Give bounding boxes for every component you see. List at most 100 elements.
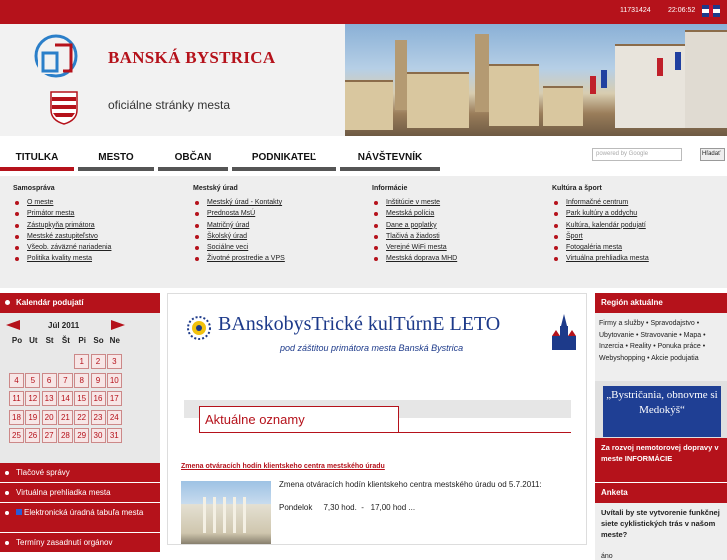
calendar-day[interactable]: 20	[41, 409, 57, 425]
menu-link[interactable]: Školský úrad	[193, 233, 285, 244]
menu-link[interactable]: Verejné WiFi mesta	[372, 244, 457, 255]
calendar-day[interactable]: 6	[41, 372, 57, 388]
nav-titulka[interactable]: TITULKA	[0, 151, 74, 171]
calendar-day[interactable]: 23	[90, 409, 106, 425]
menu-link[interactable]: Primátor mesta	[13, 210, 111, 221]
square-icon	[16, 509, 22, 515]
header: BANSKÁ BYSTRICA oficiálne stránky mesta	[0, 24, 727, 136]
culture-banner[interactable]: BAnskobysTrické kulTúrnE LETO pod záštit…	[184, 312, 584, 360]
nav-podnikatel[interactable]: PODNIKATEĽ	[232, 151, 336, 171]
banner-subtitle: pod záštitou primátora mesta Banská Byst…	[280, 343, 464, 353]
calendar-day[interactable]: 27	[41, 428, 57, 443]
menu-link[interactable]: Mestský úrad - Kontakty	[193, 199, 285, 210]
menu-link[interactable]: Politika kvality mesta	[13, 255, 111, 266]
menu-link[interactable]: Sociálne veci	[193, 244, 285, 255]
calendar-day[interactable]: 8	[74, 372, 90, 388]
left-menu-label: Elektronická úradná tabuľa mesta	[24, 508, 144, 517]
medok-banner-wrap: „Bystričania, obnovme si Medokýš“	[595, 381, 727, 438]
menu-link[interactable]: Matričný úrad	[193, 222, 285, 233]
nav-navstevnik[interactable]: NÁVŠTEVNÍK	[340, 151, 440, 171]
menu-link[interactable]: Tlačivá a žiadosti	[372, 233, 457, 244]
calendar-day[interactable]: 28	[57, 428, 73, 443]
calendar-day[interactable]: 3	[106, 354, 122, 369]
calendar-day[interactable]: 30	[90, 428, 106, 443]
news-item-text: Zmena otváracích hodín klientskeho centr…	[279, 480, 542, 489]
calendar-day[interactable]: 1	[74, 354, 90, 369]
nav-obcan[interactable]: OBČAN	[158, 151, 228, 171]
church-icon	[552, 314, 576, 350]
menu-link[interactable]: Prednosta MsÚ	[193, 210, 285, 221]
poll-answer[interactable]: áno	[595, 553, 727, 560]
search-button[interactable]: Hľadať	[700, 148, 725, 161]
main-nav: TITULKA MESTO OBČAN PODNIKATEĽ NÁVŠTEVNÍ…	[0, 136, 727, 176]
calendar-day[interactable]: 25	[9, 428, 24, 443]
menu-column-informacie: Informácie Inštitúcie v meste Mestská po…	[372, 185, 457, 267]
nav-mesto[interactable]: MESTO	[78, 151, 154, 171]
calendar-day[interactable]: 19	[25, 409, 41, 425]
menu-link[interactable]: Dane a poplatky	[372, 222, 457, 233]
calendar-day[interactable]: 2	[90, 354, 106, 369]
site-title[interactable]: BANSKÁ BYSTRICA	[108, 48, 275, 68]
menu-link[interactable]: O meste	[13, 199, 111, 210]
calendar-day[interactable]: 21	[57, 409, 73, 425]
calendar-day[interactable]: 18	[9, 409, 24, 425]
top-bar: 11731424 22:06:52	[0, 0, 727, 24]
poll-question: Uvítali by ste vytvorenie funkčnej siete…	[595, 503, 727, 553]
calendar-day[interactable]: 22	[74, 409, 90, 425]
uk-flag-icon[interactable]	[702, 5, 720, 17]
calendar-day[interactable]: 31	[106, 428, 122, 443]
calendar-weekday: Ne	[109, 336, 120, 345]
menu-link[interactable]: Mestská polícia	[372, 210, 457, 221]
next-month-arrow-icon[interactable]	[111, 320, 125, 330]
calendar-day[interactable]: 4	[9, 372, 24, 388]
region-title[interactable]: Región aktuálne	[595, 293, 727, 313]
calendar-day[interactable]: 5	[25, 372, 41, 388]
menu-link[interactable]: Fotogaléria mesta	[552, 244, 649, 255]
menu-link[interactable]: Informačné centrum	[552, 199, 649, 210]
mega-menu: Samospráva O meste Primátor mesta Zástup…	[0, 176, 727, 288]
menu-link[interactable]: Všeob. záväzné nariadenia	[13, 244, 111, 255]
menu-link[interactable]: Zástupkyňa primátora	[13, 222, 111, 233]
calendar-day[interactable]: 11	[9, 391, 24, 406]
news-item-image[interactable]	[181, 481, 271, 544]
news-item-link[interactable]: Zmena otváracích hodín klientskeho centr…	[181, 463, 385, 470]
calendar-day[interactable]: 13	[41, 391, 57, 406]
calendar-day[interactable]: 16	[90, 391, 106, 406]
calendar-day[interactable]: 9	[90, 372, 106, 388]
prev-month-arrow-icon[interactable]	[6, 320, 20, 330]
left-menu-item[interactable]: Tlačové správy	[0, 463, 160, 483]
left-menu-item[interactable]: Virtuálna prehliadka mesta	[0, 483, 160, 503]
calendar-day[interactable]: 14	[57, 391, 73, 406]
menu-link[interactable]: Park kultúry a oddychu	[552, 210, 649, 221]
calendar-day[interactable]: 12	[25, 391, 41, 406]
calendar-day[interactable]: 24	[106, 409, 122, 425]
banner-title: BAnskobysTrické kulTúrnE LETO	[218, 313, 501, 335]
calendar-weekday: Pi	[78, 336, 86, 345]
calendar-title[interactable]: Kalendár podujatí	[0, 293, 160, 313]
left-column: Kalendár podujatí Júl 2011 Po Ut St Št Pi So N…	[0, 293, 160, 553]
region-links[interactable]: Firmy a služby • Spravodajstvo • Ubytova…	[595, 313, 727, 381]
menu-link[interactable]: Inštitúcie v meste	[372, 199, 457, 210]
calendar-day[interactable]: 10	[106, 372, 122, 388]
calendar-month: Júl 2011	[48, 321, 80, 330]
menu-link[interactable]: Kultúra, kalendár podujatí	[552, 222, 649, 233]
menu-link[interactable]: Životné prostredie a VPS	[193, 255, 285, 266]
menu-link[interactable]: Mestské zastupiteľstvo	[13, 233, 111, 244]
menu-link[interactable]: Mestská doprava MHD	[372, 255, 457, 266]
menu-link[interactable]: Virtuálna prehliadka mesta	[552, 255, 649, 266]
menu-column-title: Samospráva	[13, 185, 55, 192]
city-logo-icon[interactable]	[33, 33, 79, 79]
menu-column-samosprava: Samospráva O meste Primátor mesta Zástup…	[13, 185, 111, 267]
search-input[interactable]: powered by Google	[592, 148, 682, 161]
menu-link[interactable]: Šport	[552, 233, 649, 244]
calendar-day[interactable]: 17	[106, 391, 122, 406]
medok-banner[interactable]: „Bystričania, obnovme si Medokýš“	[603, 386, 721, 437]
left-menu-item-etabula[interactable]: Elektronická úradná tabuľa mesta	[0, 503, 160, 533]
left-menu-item[interactable]: Termíny zasadnutí orgánov	[0, 533, 160, 553]
sun-icon	[187, 316, 211, 340]
cycling-info-link[interactable]: Za rozvoj nemotorovej dopravy v meste IN…	[595, 438, 727, 482]
calendar-day[interactable]: 15	[74, 391, 90, 406]
calendar-day[interactable]: 7	[57, 372, 73, 388]
calendar-day[interactable]: 29	[74, 428, 90, 443]
calendar-day[interactable]: 26	[25, 428, 41, 443]
